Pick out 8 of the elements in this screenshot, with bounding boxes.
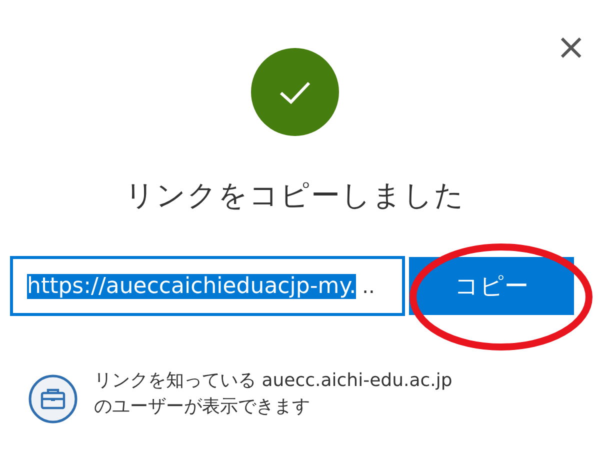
overflow-ellipsis: .. [362, 274, 375, 298]
close-button[interactable]: × [556, 30, 586, 66]
link-field[interactable]: https://aueccaichieduacjp-my. .. [10, 256, 405, 316]
access-note-text: のユーザーが表示できます [94, 395, 311, 419]
link-text: https://aueccaichieduacjp-my. [27, 274, 356, 298]
copy-button[interactable]: コピー [409, 257, 574, 315]
access-note-text: リンクを知っている auecc.aichi-edu.ac.jp [94, 369, 452, 393]
dialog-title: リンクをコピーしました [125, 177, 465, 214]
